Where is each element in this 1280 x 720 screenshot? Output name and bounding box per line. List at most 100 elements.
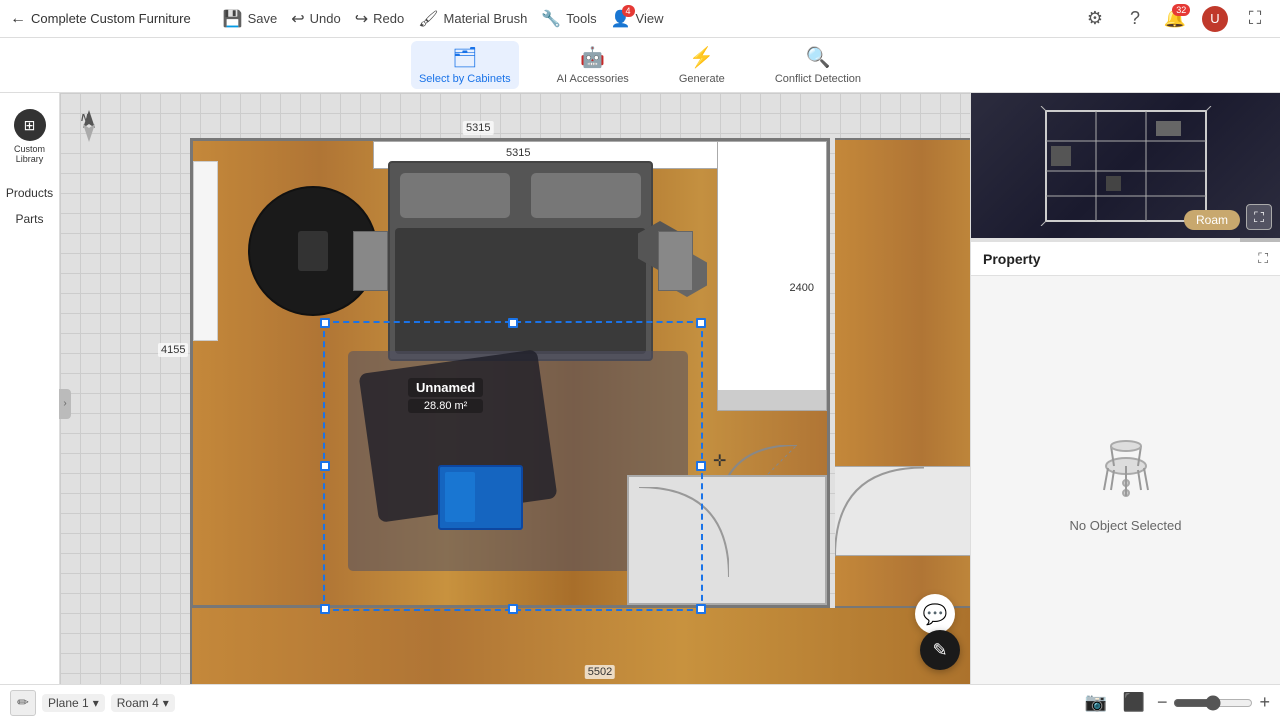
view-badge-container: 👤 4 [611,9,631,29]
svg-text:N: N [81,113,89,124]
bottom-room: 5502 [190,608,970,684]
blue-item-detail [445,472,475,522]
zoom-slider[interactable] [1173,695,1253,711]
plane-dropdown-icon: ▾ [93,696,99,710]
handle-tr[interactable] [696,318,706,328]
bottom-right: 📷 ⬛ − + [1081,688,1270,718]
washroom-area [835,466,970,556]
room-label-container: Unnamed 28.80 m² [408,378,483,413]
help-button[interactable]: ? [1120,4,1150,34]
ai-accessories-icon: 🤖 [580,45,605,70]
3d-preview-box: Roam ⛶ [971,93,1280,238]
bottom-dim: 5502 [585,665,615,679]
back-icon: ← [10,10,26,28]
bottom-left: ✏ Plane 1 ▾ Roam 4 ▾ [10,690,175,716]
chat-icon: 💬 [923,602,948,627]
pillow-left [400,173,510,218]
nightstand-right [658,231,693,291]
avatar: U [1202,6,1228,32]
plane-selector[interactable]: Plane 1 ▾ [42,694,105,712]
notif-badge-container: 🔔 32 [1164,8,1186,29]
roam-label: Roam 4 [117,696,159,710]
expand-preview-button[interactable]: ⛶ [1246,204,1272,230]
collapse-sidebar-button[interactable]: › [59,389,71,419]
ai-accessories-button[interactable]: 🤖 AI Accessories [549,41,637,89]
toolbar-right: ⚙ ? 🔔 32 U ⛶ [1080,4,1270,34]
chat-fab-icon: ✎ [932,640,947,661]
notif-count: 32 [1172,4,1190,16]
generate-button[interactable]: ⚡ Generate [667,41,737,89]
material-brush-button[interactable]: 🖌 Material Brush [418,9,527,29]
handle-tl[interactable] [320,318,330,328]
bathroom-area [627,475,827,605]
bottom-bar: ✏ Plane 1 ▾ Roam 4 ▾ 📷 ⬛ − + [0,684,1280,720]
app-title: Complete Custom Furniture [31,11,191,26]
blue-furniture-item[interactable] [438,465,523,530]
select-cabinets-icon: 🗂 [452,45,477,70]
bed [388,161,653,361]
dim-right: 2400 [787,281,817,295]
undo-button[interactable]: ↩ Undo [291,9,340,29]
custom-library-icon: ⊞ [14,109,46,141]
save-button[interactable]: 💾 Save [223,9,278,29]
handle-mr[interactable] [696,461,706,471]
conflict-detection-button[interactable]: 🔍 Conflict Detection [767,41,869,89]
nightstand-left [353,231,388,291]
left-wall-strip [193,161,218,341]
user-avatar-button[interactable]: U [1200,4,1230,34]
right-panel: Roam ⛶ Property ⛶ [970,93,1280,684]
material-brush-icon: 🖌 [418,9,438,29]
extended-room: 2555 [835,138,970,608]
bathroom-fixture [639,487,729,577]
north-arrow: N [75,108,103,150]
zoom-in-button[interactable]: + [1259,692,1270,713]
view-badge: 4 [622,5,635,17]
shelf-sketch [1036,106,1216,226]
redo-button[interactable]: ↪ Redo [355,9,404,29]
select-cabinets-button[interactable]: 🗂 Select by Cabinets [411,41,519,89]
roam-selector[interactable]: Roam 4 ▾ [111,694,175,712]
no-object-area: No Object Selected [971,276,1280,684]
roam-dropdown-icon: ▾ [163,696,169,710]
products-nav-item[interactable]: Products [0,180,59,206]
dim-top: 5315 [463,121,493,135]
expand-icon: ⛶ [1254,209,1264,226]
generate-icon: ⚡ [689,45,714,70]
bed-dim: 5315 [503,146,533,160]
plane-label: Plane 1 [48,696,89,710]
toolbar-actions: 💾 Save ↩ Undo ↪ Redo 🖌 Material Brush 🔧 … [223,9,664,29]
tools-button[interactable]: 🔧 Tools [541,9,596,29]
panel-scroll-indicator [971,238,1280,242]
table-item [298,231,328,271]
no-object-label: No Object Selected [1069,518,1181,533]
fullscreen-button[interactable]: ⛶ [1240,4,1270,34]
zoom-out-button[interactable]: − [1157,692,1168,713]
chat-button[interactable]: 💬 [915,594,955,634]
alcove-bottom [718,390,826,410]
edit-mode-button[interactable]: ✏ [10,690,36,716]
dim-left: 4155 [158,343,188,357]
canvas-area[interactable]: N 5315 4155 2400 5502 2555 1755 [60,93,970,684]
property-header: Property ⛶ [971,242,1280,276]
scroll-thumb [1240,238,1280,242]
secondary-toolbar: 🗂 Select by Cabinets 🤖 AI Accessories ⚡ … [0,38,1280,93]
roam-button[interactable]: Roam [1184,210,1240,230]
save-icon: 💾 [223,9,243,29]
no-object-icon [1086,428,1166,508]
notifications-button[interactable]: 🔔 32 [1160,4,1190,34]
parts-nav-item[interactable]: Parts [0,206,59,232]
back-button[interactable]: ← Complete Custom Furniture [10,10,191,28]
chat-fab-button[interactable]: ✎ [920,630,960,670]
left-sidebar: ⊞ Custom Library Products Parts › [0,93,60,684]
handle-ml[interactable] [320,461,330,471]
blanket [395,228,646,354]
view-button[interactable]: 👤 4 View [611,9,664,29]
conflict-detection-icon: 🔍 [805,45,830,70]
top-toolbar: ← Complete Custom Furniture 💾 Save ↩ Und… [0,0,1280,38]
settings-button[interactable]: ⚙ [1080,4,1110,34]
camera-button[interactable]: 📷 [1081,688,1111,718]
property-expand-icon[interactable]: ⛶ [1258,250,1268,267]
right-alcove [717,141,827,411]
custom-library-button[interactable]: ⊞ Custom Library [0,103,59,170]
film-button[interactable]: ⬛ [1119,688,1149,718]
